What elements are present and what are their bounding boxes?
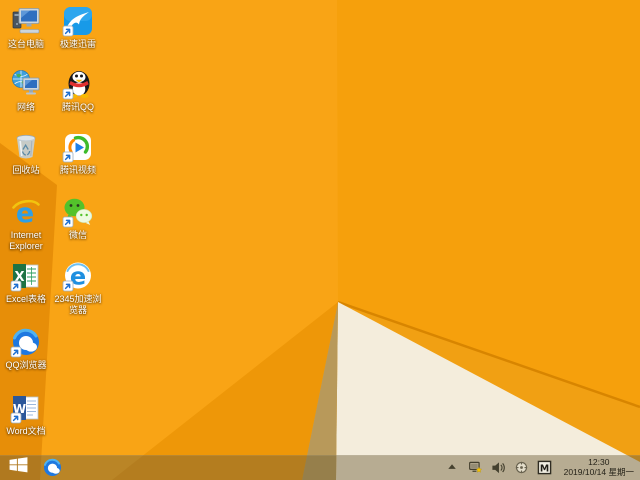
shortcut-arrow-badge [10, 280, 22, 292]
svg-text:M: M [540, 463, 549, 474]
desktop-icon-label: QQ浏览器 [5, 360, 47, 370]
shortcut-arrow-badge [62, 88, 74, 100]
desktop-icon-label: 这台电脑 [7, 39, 44, 49]
windows-logo-icon [9, 457, 28, 478]
tray-icons: M [445, 460, 553, 476]
ime-mode-icon[interactable]: M [537, 460, 553, 476]
wechat-icon [62, 196, 94, 228]
desktop-icon-xunlei[interactable]: 极速迅雷 [52, 5, 104, 50]
start-button[interactable] [0, 455, 36, 480]
clock-date: 2019/10/14 星期一 [563, 466, 634, 477]
desktop-icon-label: Excel表格 [5, 294, 46, 304]
desktop-icon-label: 2345加速浏览器 [54, 294, 102, 315]
volume-icon[interactable] [491, 460, 507, 476]
desktop-icon-tencent-qq[interactable]: 腾讯QQ [52, 68, 104, 113]
shortcut-arrow-badge [10, 412, 22, 424]
shortcut-arrow-badge [62, 151, 74, 163]
desktop-icon-this-pc[interactable]: 这台电脑 [0, 5, 52, 50]
desktop-screen: 这台电脑 极速迅雷 网络 腾讯QQ 回收站 腾讯视频 e Internet Explorer 微… [0, 0, 640, 480]
desktop-icon-grid: 这台电脑 极速迅雷 网络 腾讯QQ 回收站 腾讯视频 e Internet Explorer 微… [0, 0, 640, 480]
network-icon [10, 68, 42, 100]
desktop-icon-label: 回收站 [12, 165, 40, 175]
recycle-bin-icon [10, 131, 42, 163]
qq-browser-icon [10, 326, 42, 358]
desktop-icon-label: 微信 [68, 230, 87, 240]
desktop-icon-recycle-bin[interactable]: 回收站 [0, 131, 52, 176]
desktop-icon-network[interactable]: 网络 [0, 68, 52, 113]
desktop-icon-excel[interactable]: X Excel表格 [0, 260, 52, 305]
hidden-icons-arrow-icon[interactable] [445, 460, 461, 476]
system-tray: M 12:30 2019/10/14 星期一 [445, 457, 640, 477]
xunlei-icon [62, 5, 94, 37]
desktop-icon-label: Internet Explorer [9, 230, 43, 251]
tencent-video-icon [62, 131, 94, 163]
taskbar: M 12:30 2019/10/14 星期一 [0, 455, 640, 480]
excel-icon: X [10, 260, 42, 292]
desktop-icon-label: 腾讯视频 [59, 165, 96, 175]
taskbar-pinned-qq-browser[interactable] [36, 455, 68, 480]
desktop-icon-label: Word文档 [6, 426, 46, 436]
desktop-icon-internet-explorer[interactable]: e Internet Explorer [0, 196, 52, 251]
desktop-icon-word[interactable]: W Word文档 [0, 392, 52, 437]
desktop-icon-tencent-video[interactable]: 腾讯视频 [52, 131, 104, 176]
word-icon: W [10, 392, 42, 424]
taskbar-pinned-apps [36, 455, 68, 480]
internet-explorer-icon: e [10, 196, 42, 228]
desktop-icon-label: 极速迅雷 [59, 39, 96, 49]
desktop-icon-browser-2345[interactable]: e 2345加速浏览器 [52, 260, 104, 315]
desktop-icon-label: 腾讯QQ [61, 102, 94, 112]
shortcut-arrow-badge [62, 216, 74, 228]
this-pc-icon [10, 5, 42, 37]
shortcut-arrow-badge [62, 280, 74, 292]
desktop-icon-qq-browser[interactable]: QQ浏览器 [0, 326, 52, 371]
browser-2345-icon: e [62, 260, 94, 292]
tencent-qq-icon [62, 68, 94, 100]
shortcut-arrow-badge [10, 346, 22, 358]
shortcut-arrow-badge [62, 25, 74, 37]
input-indicator-icon[interactable] [514, 460, 530, 476]
desktop-icon-label: 网络 [16, 102, 35, 112]
taskbar-clock[interactable]: 12:30 2019/10/14 星期一 [563, 457, 634, 477]
desktop-icon-wechat[interactable]: 微信 [52, 196, 104, 241]
network-status-icon[interactable] [468, 460, 484, 476]
